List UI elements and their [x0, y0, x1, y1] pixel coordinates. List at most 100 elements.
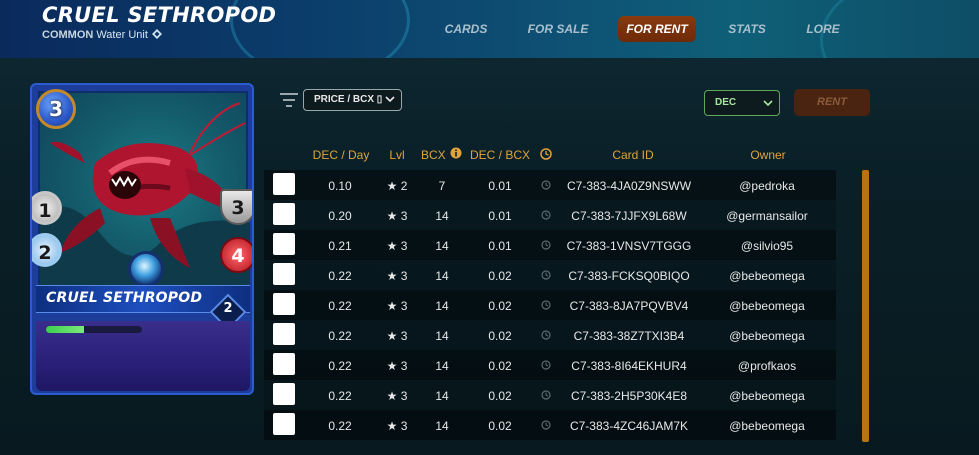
cell-level: ★ 3	[386, 329, 408, 343]
column-header-dec-per-day[interactable]: DEC / Day	[305, 148, 377, 162]
cell-dec-per-day: 0.22	[328, 359, 352, 373]
cell-dec-per-bcx: 0.02	[488, 269, 512, 283]
tab-lore[interactable]: LORE	[800, 16, 846, 42]
cell-owner[interactable]: @bebeomega	[704, 329, 830, 343]
cell-card-id[interactable]: C7-383-FCKSQ0BIQO	[564, 269, 694, 283]
column-header-owner[interactable]: Owner	[740, 148, 796, 162]
cell-bcx: 14	[435, 239, 449, 253]
cell-card-id[interactable]: C7-383-4ZC46JAM7K	[564, 419, 694, 433]
card-level: 2	[223, 301, 233, 316]
cell-owner[interactable]: @germansailor	[704, 209, 830, 223]
scrollbar[interactable]	[862, 170, 869, 442]
row-clock-icon	[541, 210, 551, 220]
cell-owner[interactable]: @bebeomega	[704, 299, 830, 313]
row-select-checkbox[interactable]	[273, 413, 295, 435]
cell-dec-per-day: 0.22	[328, 389, 352, 403]
column-header-bcx-label: BCX	[421, 148, 446, 162]
table-row[interactable]: 0.21 ★ 3 14 0.01 C7-383-1VNSV7TGGG @silvio95	[264, 230, 836, 260]
filter-lines-icon[interactable]	[280, 92, 298, 108]
tab-stats[interactable]: STATS	[724, 16, 770, 42]
cell-dec-per-bcx: 0.02	[488, 359, 512, 373]
table-row[interactable]: 0.22 ★ 3 14 0.02 C7-383-2H5P30K4E8 @bebeomega	[264, 380, 836, 410]
cell-owner[interactable]: @bebeomega	[704, 269, 830, 283]
cell-dec-per-bcx: 0.02	[488, 389, 512, 403]
chevron-down-icon	[763, 100, 773, 107]
cell-bcx: 14	[435, 299, 449, 313]
row-clock-icon	[541, 270, 551, 280]
card-subtitle: COMMON Water Unit	[42, 29, 162, 41]
info-icon[interactable]	[450, 147, 462, 159]
health-value: 4	[231, 245, 245, 267]
table-row[interactable]: 0.22 ★ 3 14 0.02 C7-383-8I64EKHUR4 @profkaos	[264, 350, 836, 380]
sort-select[interactable]: PRICE / BCX ▯	[303, 89, 402, 111]
cell-owner[interactable]: @pedroka	[704, 179, 830, 193]
cell-dec-per-bcx: 0.01	[488, 239, 512, 253]
cell-dec-per-bcx: 0.01	[488, 209, 512, 223]
cell-card-id[interactable]: C7-383-7JJFX9L68W	[564, 209, 694, 223]
row-select-checkbox[interactable]	[273, 263, 295, 285]
row-select-checkbox[interactable]	[273, 383, 295, 405]
xp-progress-bar	[46, 326, 142, 333]
cell-bcx: 14	[435, 329, 449, 343]
row-select-checkbox[interactable]	[273, 203, 295, 225]
cell-owner[interactable]: @bebeomega	[704, 419, 830, 433]
row-clock-icon	[541, 390, 551, 400]
table-row[interactable]: 0.10 ★ 2 7 0.01 C7-383-4JA0Z9NSWW @pedroka	[264, 170, 836, 200]
cell-owner[interactable]: @profkaos	[704, 359, 830, 373]
tab-cards[interactable]: CARDS	[440, 16, 492, 42]
currency-select-value: DEC	[715, 97, 737, 108]
cell-bcx: 14	[435, 209, 449, 223]
tab-for-sale[interactable]: FOR SALE	[522, 16, 594, 42]
clock-icon[interactable]	[540, 148, 552, 160]
row-select-checkbox[interactable]	[273, 173, 295, 195]
cell-card-id[interactable]: C7-383-1VNSV7TGGG	[564, 239, 694, 253]
cell-card-id[interactable]: C7-383-8I64EKHUR4	[564, 359, 694, 373]
cell-dec-per-day: 0.22	[328, 299, 352, 313]
mana-cost: 3	[49, 97, 63, 121]
cell-owner[interactable]: @bebeomega	[704, 389, 830, 403]
table-row[interactable]: 0.22 ★ 3 14 0.02 C7-383-FCKSQ0BIQO @bebeomega	[264, 260, 836, 290]
row-clock-icon	[541, 420, 551, 430]
tab-for-rent[interactable]: FOR RENT	[618, 16, 696, 42]
table-row[interactable]: 0.22 ★ 3 14 0.02 C7-383-38Z7TXI3B4 @bebeomega	[264, 320, 836, 350]
column-header-card-id[interactable]: Card ID	[598, 148, 668, 162]
cell-level: ★ 3	[386, 209, 408, 223]
row-clock-icon	[541, 330, 551, 340]
row-select-checkbox[interactable]	[273, 323, 295, 345]
card-preview: 3 1 2 3 4 CRUEL SETHROPOD 2	[30, 83, 254, 395]
card-name: CRUEL SETHROPOD	[46, 290, 203, 306]
table-row[interactable]: 0.20 ★ 3 14 0.01 C7-383-7JJFX9L68W @germansai…	[264, 200, 836, 230]
rent-button[interactable]: RENT	[794, 89, 870, 116]
column-header-lvl[interactable]: Lvl	[382, 148, 412, 162]
cell-card-id[interactable]: C7-383-4JA0Z9NSWW	[564, 179, 694, 193]
chevron-down-icon	[385, 96, 395, 103]
cell-dec-per-day: 0.22	[328, 269, 352, 283]
cell-card-id[interactable]: C7-383-38Z7TXI3B4	[564, 329, 694, 343]
column-header-bcx[interactable]: BCX	[421, 148, 451, 162]
table-row[interactable]: 0.22 ★ 3 14 0.02 C7-383-8JA7PQVBV4 @bebeomega	[264, 290, 836, 320]
unit-type-label: Water Unit	[96, 29, 148, 41]
column-header-dec-per-bcx[interactable]: DEC / BCX	[468, 148, 532, 162]
cell-card-id[interactable]: C7-383-8JA7PQVBV4	[564, 299, 694, 313]
edition-diamond-icon	[151, 29, 162, 39]
cell-owner[interactable]: @silvio95	[704, 239, 830, 253]
rarity-label: COMMON	[42, 29, 94, 41]
cell-bcx: 14	[435, 419, 449, 433]
row-select-checkbox[interactable]	[273, 353, 295, 375]
row-clock-icon	[541, 300, 551, 310]
cell-bcx: 14	[435, 389, 449, 403]
page-header: CRUEL SETHROPOD COMMON Water Unit CARDS F…	[0, 0, 979, 58]
cell-dec-per-day: 0.22	[328, 329, 352, 343]
speed-value: 2	[38, 242, 52, 264]
row-select-checkbox[interactable]	[273, 293, 295, 315]
health-heart-badge: 4	[220, 237, 252, 273]
cell-dec-per-day: 0.20	[328, 209, 352, 223]
xp-progress-fill	[46, 326, 85, 333]
row-select-checkbox[interactable]	[273, 233, 295, 255]
cell-card-id[interactable]: C7-383-2H5P30K4E8	[564, 389, 694, 403]
table-row[interactable]: 0.22 ★ 3 14 0.02 C7-383-4ZC46JAM7K @bebeomega	[264, 410, 836, 440]
cell-dec-per-bcx: 0.02	[488, 419, 512, 433]
row-clock-icon	[541, 240, 551, 250]
currency-select[interactable]: DEC	[704, 90, 780, 116]
cell-level: ★ 3	[386, 239, 408, 253]
